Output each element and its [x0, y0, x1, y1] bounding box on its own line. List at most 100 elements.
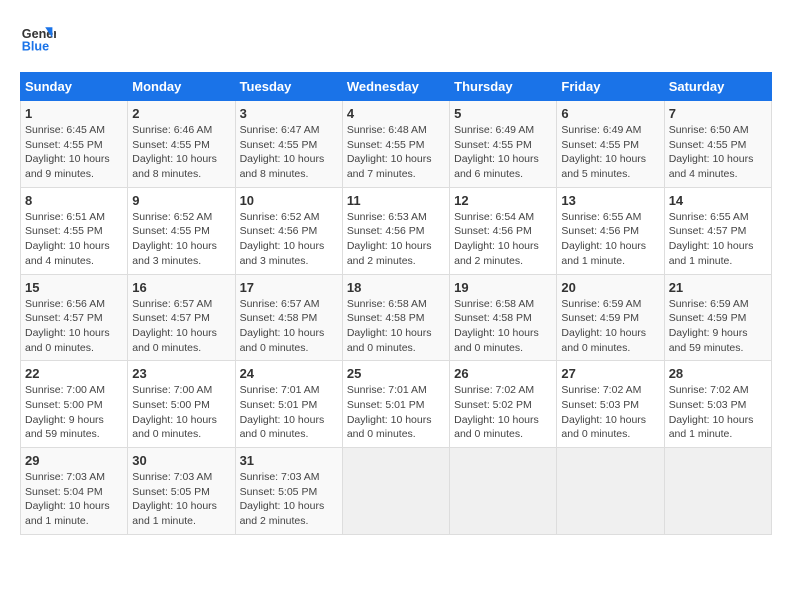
- day-detail: Sunrise: 6:54 AMSunset: 4:56 PMDaylight:…: [454, 210, 552, 269]
- day-detail: Sunrise: 6:45 AMSunset: 4:55 PMDaylight:…: [25, 123, 123, 182]
- day-detail: Sunrise: 7:00 AMSunset: 5:00 PMDaylight:…: [25, 383, 123, 442]
- day-detail: Sunrise: 6:55 AMSunset: 4:57 PMDaylight:…: [669, 210, 767, 269]
- day-number: 6: [561, 106, 659, 121]
- day-detail: Sunrise: 7:01 AMSunset: 5:01 PMDaylight:…: [240, 383, 338, 442]
- day-detail: Sunrise: 6:56 AMSunset: 4:57 PMDaylight:…: [25, 297, 123, 356]
- day-number: 1: [25, 106, 123, 121]
- calendar-cell: 2 Sunrise: 6:46 AMSunset: 4:55 PMDaylight…: [128, 101, 235, 188]
- weekday-header-tuesday: Tuesday: [235, 73, 342, 101]
- day-detail: Sunrise: 6:48 AMSunset: 4:55 PMDaylight:…: [347, 123, 445, 182]
- calendar-cell: 22 Sunrise: 7:00 AMSunset: 5:00 PMDayligh…: [21, 361, 128, 448]
- calendar-cell: 15 Sunrise: 6:56 AMSunset: 4:57 PMDayligh…: [21, 274, 128, 361]
- page-header: General Blue: [20, 20, 772, 56]
- calendar-cell: 6 Sunrise: 6:49 AMSunset: 4:55 PMDaylight…: [557, 101, 664, 188]
- day-number: 20: [561, 280, 659, 295]
- day-number: 9: [132, 193, 230, 208]
- calendar-cell: 5 Sunrise: 6:49 AMSunset: 4:55 PMDaylight…: [450, 101, 557, 188]
- weekday-header-monday: Monday: [128, 73, 235, 101]
- day-number: 31: [240, 453, 338, 468]
- calendar-cell: [450, 448, 557, 535]
- logo: General Blue: [20, 20, 56, 56]
- day-detail: Sunrise: 6:59 AMSunset: 4:59 PMDaylight:…: [561, 297, 659, 356]
- day-detail: Sunrise: 6:46 AMSunset: 4:55 PMDaylight:…: [132, 123, 230, 182]
- calendar-cell: 25Sunrise: 7:01 AMSunset: 5:01 PMDayligh…: [342, 361, 449, 448]
- calendar-cell: 11 Sunrise: 6:53 AMSunset: 4:56 PMDayligh…: [342, 187, 449, 274]
- day-number: 7: [669, 106, 767, 121]
- day-detail: Sunrise: 7:00 AMSunset: 5:00 PMDaylight:…: [132, 383, 230, 442]
- day-detail: Sunrise: 6:52 AMSunset: 4:55 PMDaylight:…: [132, 210, 230, 269]
- calendar-cell: 28 Sunrise: 7:02 AMSunset: 5:03 PMDayligh…: [664, 361, 771, 448]
- day-number: 8: [25, 193, 123, 208]
- calendar-header-row: SundayMondayTuesdayWednesdayThursdayFrid…: [21, 73, 772, 101]
- day-number: 28: [669, 366, 767, 381]
- day-detail: Sunrise: 6:49 AMSunset: 4:55 PMDaylight:…: [561, 123, 659, 182]
- day-detail: Sunrise: 6:51 AMSunset: 4:55 PMDaylight:…: [25, 210, 123, 269]
- calendar-cell: [557, 448, 664, 535]
- calendar-cell: 7 Sunrise: 6:50 AMSunset: 4:55 PMDaylight…: [664, 101, 771, 188]
- calendar-cell: 27Sunrise: 7:02 AMSunset: 5:03 PMDayligh…: [557, 361, 664, 448]
- day-detail: Sunrise: 6:55 AMSunset: 4:56 PMDaylight:…: [561, 210, 659, 269]
- day-detail: Sunrise: 6:50 AMSunset: 4:55 PMDaylight:…: [669, 123, 767, 182]
- day-number: 14: [669, 193, 767, 208]
- day-detail: Sunrise: 7:02 AMSunset: 5:02 PMDaylight:…: [454, 383, 552, 442]
- svg-text:Blue: Blue: [22, 40, 49, 54]
- day-number: 16: [132, 280, 230, 295]
- calendar-cell: 17Sunrise: 6:57 AMSunset: 4:58 PMDayligh…: [235, 274, 342, 361]
- calendar-week-1: 8 Sunrise: 6:51 AMSunset: 4:55 PMDaylight…: [21, 187, 772, 274]
- calendar-week-4: 29 Sunrise: 7:03 AMSunset: 5:04 PMDayligh…: [21, 448, 772, 535]
- calendar-cell: 8 Sunrise: 6:51 AMSunset: 4:55 PMDaylight…: [21, 187, 128, 274]
- calendar-cell: 26Sunrise: 7:02 AMSunset: 5:02 PMDayligh…: [450, 361, 557, 448]
- weekday-header-sunday: Sunday: [21, 73, 128, 101]
- weekday-header-thursday: Thursday: [450, 73, 557, 101]
- day-number: 18: [347, 280, 445, 295]
- calendar-cell: 30 Sunrise: 7:03 AMSunset: 5:05 PMDayligh…: [128, 448, 235, 535]
- calendar-cell: 13 Sunrise: 6:55 AMSunset: 4:56 PMDayligh…: [557, 187, 664, 274]
- day-number: 10: [240, 193, 338, 208]
- day-number: 23: [132, 366, 230, 381]
- day-detail: Sunrise: 7:03 AMSunset: 5:04 PMDaylight:…: [25, 470, 123, 529]
- day-number: 15: [25, 280, 123, 295]
- calendar-cell: 1 Sunrise: 6:45 AMSunset: 4:55 PMDaylight…: [21, 101, 128, 188]
- day-detail: Sunrise: 6:49 AMSunset: 4:55 PMDaylight:…: [454, 123, 552, 182]
- calendar-table: SundayMondayTuesdayWednesdayThursdayFrid…: [20, 72, 772, 535]
- calendar-cell: 3Sunrise: 6:47 AMSunset: 4:55 PMDaylight…: [235, 101, 342, 188]
- day-number: 11: [347, 193, 445, 208]
- day-number: 29: [25, 453, 123, 468]
- calendar-cell: 24 Sunrise: 7:01 AMSunset: 5:01 PMDayligh…: [235, 361, 342, 448]
- calendar-cell: [342, 448, 449, 535]
- day-detail: Sunrise: 7:03 AMSunset: 5:05 PMDaylight:…: [240, 470, 338, 529]
- day-detail: Sunrise: 6:47 AMSunset: 4:55 PMDaylight:…: [240, 123, 338, 182]
- day-detail: Sunrise: 7:02 AMSunset: 5:03 PMDaylight:…: [669, 383, 767, 442]
- day-number: 24: [240, 366, 338, 381]
- calendar-week-3: 22 Sunrise: 7:00 AMSunset: 5:00 PMDayligh…: [21, 361, 772, 448]
- weekday-header-wednesday: Wednesday: [342, 73, 449, 101]
- day-number: 4: [347, 106, 445, 121]
- day-number: 30: [132, 453, 230, 468]
- day-number: 19: [454, 280, 552, 295]
- weekday-header-saturday: Saturday: [664, 73, 771, 101]
- day-number: 13: [561, 193, 659, 208]
- calendar-week-2: 15 Sunrise: 6:56 AMSunset: 4:57 PMDayligh…: [21, 274, 772, 361]
- day-detail: Sunrise: 7:01 AMSunset: 5:01 PMDaylight:…: [347, 383, 445, 442]
- day-number: 22: [25, 366, 123, 381]
- day-number: 21: [669, 280, 767, 295]
- day-detail: Sunrise: 6:58 AMSunset: 4:58 PMDaylight:…: [454, 297, 552, 356]
- calendar-cell: 20 Sunrise: 6:59 AMSunset: 4:59 PMDayligh…: [557, 274, 664, 361]
- calendar-cell: 10Sunrise: 6:52 AMSunset: 4:56 PMDayligh…: [235, 187, 342, 274]
- day-detail: Sunrise: 6:59 AMSunset: 4:59 PMDaylight:…: [669, 297, 767, 356]
- day-number: 12: [454, 193, 552, 208]
- calendar-cell: 9 Sunrise: 6:52 AMSunset: 4:55 PMDaylight…: [128, 187, 235, 274]
- calendar-cell: 23 Sunrise: 7:00 AMSunset: 5:00 PMDayligh…: [128, 361, 235, 448]
- calendar-cell: 21 Sunrise: 6:59 AMSunset: 4:59 PMDayligh…: [664, 274, 771, 361]
- calendar-cell: 12 Sunrise: 6:54 AMSunset: 4:56 PMDayligh…: [450, 187, 557, 274]
- calendar-cell: 18 Sunrise: 6:58 AMSunset: 4:58 PMDayligh…: [342, 274, 449, 361]
- weekday-header-friday: Friday: [557, 73, 664, 101]
- day-number: 5: [454, 106, 552, 121]
- day-detail: Sunrise: 6:57 AMSunset: 4:57 PMDaylight:…: [132, 297, 230, 356]
- day-detail: Sunrise: 7:02 AMSunset: 5:03 PMDaylight:…: [561, 383, 659, 442]
- day-detail: Sunrise: 7:03 AMSunset: 5:05 PMDaylight:…: [132, 470, 230, 529]
- day-detail: Sunrise: 6:58 AMSunset: 4:58 PMDaylight:…: [347, 297, 445, 356]
- day-detail: Sunrise: 6:53 AMSunset: 4:56 PMDaylight:…: [347, 210, 445, 269]
- logo-icon: General Blue: [20, 20, 56, 56]
- day-number: 2: [132, 106, 230, 121]
